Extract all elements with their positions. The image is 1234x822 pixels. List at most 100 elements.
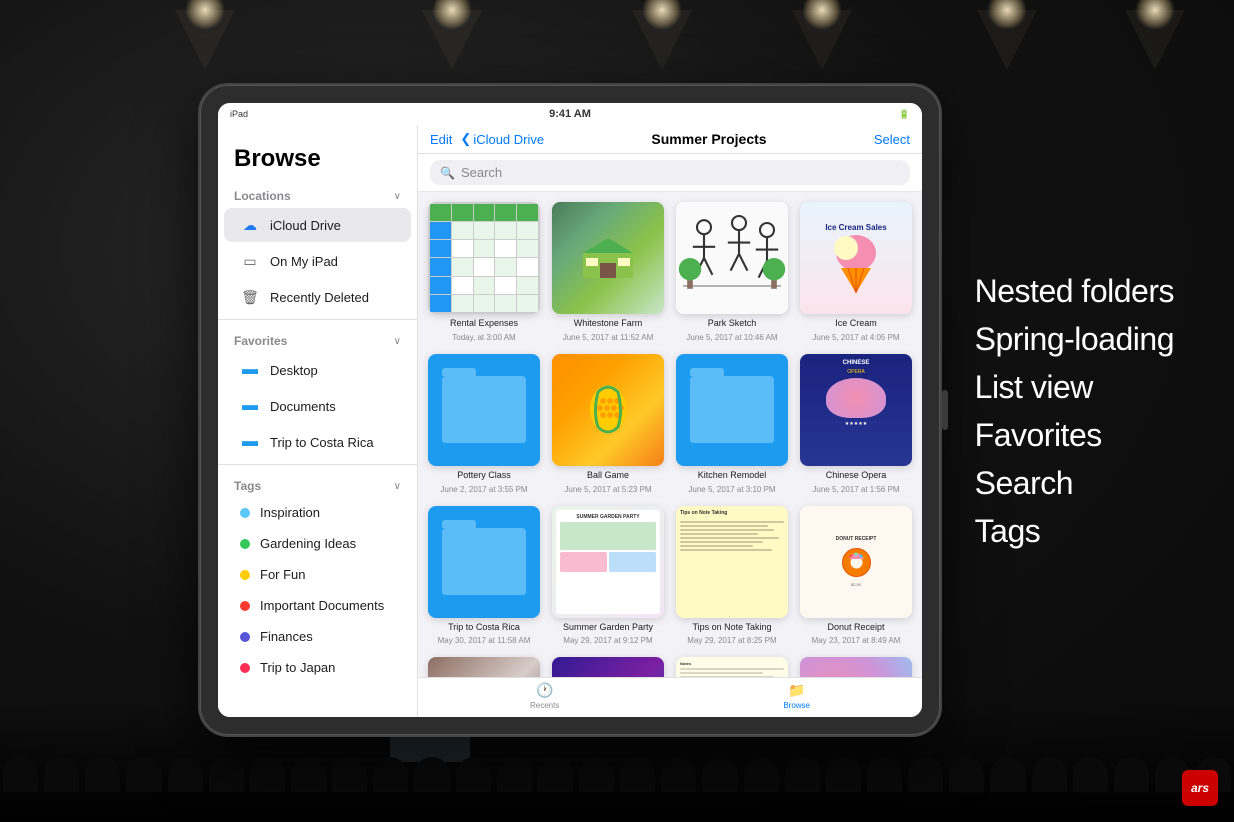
icecream-svg: Ice Cream Sales <box>821 218 891 298</box>
tab-recents[interactable]: 🕐 Recents <box>510 680 579 712</box>
file-item-rental-expenses[interactable]: Rental Expenses Today, at 3:00 AM <box>428 202 540 342</box>
tags-section-header: Tags ∨ <box>218 469 417 497</box>
file-name: Trip to Costa Rica <box>448 622 520 633</box>
corn-thumbnail <box>552 354 664 466</box>
important-dot <box>240 601 250 611</box>
file-name: Pottery Class <box>457 470 511 481</box>
search-input-container[interactable]: 🔍 Search <box>430 160 910 185</box>
file-item-photo-2[interactable] <box>552 657 664 677</box>
nav-back-button[interactable]: ❮ iCloud Drive <box>460 131 544 147</box>
tags-label: Tags <box>234 479 261 493</box>
ipad-icon: ▭ <box>240 251 260 271</box>
spreadsheet-thumbnail <box>428 202 540 314</box>
sidebar-item-trip-costa-rica[interactable]: ▬ Trip to Costa Rica <box>224 425 411 459</box>
file-name: Ice Cream <box>835 318 877 329</box>
file-item-ice-cream[interactable]: Ice Cream Sales <box>800 202 912 342</box>
sidebar-item-finances[interactable]: Finances <box>224 622 411 651</box>
file-date: May 23, 2017 at 8:49 AM <box>812 636 901 645</box>
file-item-trip-costa-rica-folder[interactable]: Trip to Costa Rica May 30, 2017 at 11:58… <box>428 506 540 646</box>
search-placeholder: Search <box>461 165 502 180</box>
favorites-label: Favorites <box>234 334 287 348</box>
ipad-screen: iPad 9:41 AM 🔋 Browse Locations ∨ <box>218 103 922 717</box>
file-date: May 29, 2017 at 8:25 PM <box>687 636 776 645</box>
file-item-donut-receipt[interactable]: DONUT RECEIPT <box>800 506 912 646</box>
album-thumbnail <box>552 657 664 677</box>
on-my-ipad-label: On My iPad <box>270 254 338 269</box>
ars-logo: ars <box>1182 770 1218 806</box>
svg-text:Ice Cream Sales: Ice Cream Sales <box>825 223 887 232</box>
file-item-ball-game[interactable]: Ball Game June 5, 2017 at 5:23 PM <box>552 354 664 494</box>
for-fun-dot <box>240 570 250 580</box>
desktop-label: Desktop <box>270 363 318 378</box>
file-name: Summer Garden Party <box>563 622 653 633</box>
divider-1 <box>218 319 417 320</box>
farm-thumbnail <box>552 202 664 314</box>
sidebar-item-gardening-ideas[interactable]: Gardening Ideas <box>224 529 411 558</box>
sidebar-item-recently-deleted[interactable]: 🗑 Recently Deleted <box>224 280 411 314</box>
sidebar-item-desktop[interactable]: ▬ Desktop <box>224 353 411 387</box>
file-item-photo-4[interactable] <box>800 657 912 677</box>
file-date: June 5, 2017 at 4:05 PM <box>812 333 899 342</box>
food-thumbnail <box>428 657 540 677</box>
browse-icon: 📁 <box>788 682 805 699</box>
favorites-section-header: Favorites ∨ <box>218 324 417 352</box>
file-date: June 5, 2017 at 3:10 PM <box>688 485 775 494</box>
sidebar-item-inspiration[interactable]: Inspiration <box>224 498 411 527</box>
sidebar-item-on-my-ipad[interactable]: ▭ On My iPad <box>224 244 411 278</box>
file-item-tips-note-taking[interactable]: Tips on Note Taking <box>676 506 788 646</box>
sidebar-item-important-documents[interactable]: Important Documents <box>224 591 411 620</box>
donut-icon <box>839 545 874 580</box>
ipad-device: iPad 9:41 AM 🔋 Browse Locations ∨ <box>200 85 940 735</box>
corn-svg <box>583 377 633 442</box>
folder-thumbnail-3 <box>428 506 540 618</box>
file-grid: Rental Expenses Today, at 3:00 AM <box>418 192 922 677</box>
feature-list-view: List view <box>975 363 1174 411</box>
file-item-pottery-class[interactable]: Pottery Class June 2, 2017 at 3:55 PM <box>428 354 540 494</box>
sidebar-item-documents[interactable]: ▬ Documents <box>224 389 411 423</box>
nav-back-label: iCloud Drive <box>473 132 544 147</box>
folder-thumbnail-2 <box>676 354 788 466</box>
donut-thumbnail: DONUT RECEIPT <box>800 506 912 618</box>
feature-favorites: Favorites <box>975 411 1174 459</box>
file-item-chinese-opera[interactable]: CHINESE OPERA ★★★★★ Chinese Opera June 5… <box>800 354 912 494</box>
gardening-dot <box>240 539 250 549</box>
sidebar-item-icloud-drive[interactable]: ☁ iCloud Drive <box>224 208 411 242</box>
tags-chevron-icon: ∨ <box>394 481 401 492</box>
file-item-whitestone-farm[interactable]: Whitestone Farm June 5, 2017 at 11:52 AM <box>552 202 664 342</box>
documents-folder-icon: ▬ <box>240 396 260 416</box>
file-name: Rental Expenses <box>450 318 518 329</box>
trip-folder-icon: ▬ <box>240 432 260 452</box>
tips-thumbnail: Tips on Note Taking <box>676 506 788 618</box>
notes-thumbnail-2: Notes <box>676 657 788 677</box>
locations-section-header: Locations ∨ <box>218 179 417 207</box>
sidebar-item-for-fun[interactable]: For Fun <box>224 560 411 589</box>
file-name: Whitestone Farm <box>574 318 643 329</box>
app-content: Browse Locations ∨ ☁ iCloud Drive ▭ On M… <box>218 125 922 717</box>
sidebar-title: Browse <box>234 145 401 173</box>
important-documents-label: Important Documents <box>260 598 384 613</box>
feature-tags: Tags <box>975 507 1174 555</box>
tab-browse[interactable]: 📁 Browse <box>763 680 830 712</box>
farm-icon <box>578 233 638 283</box>
sidebar: Browse Locations ∨ ☁ iCloud Drive ▭ On M… <box>218 125 418 717</box>
inspiration-label: Inspiration <box>260 505 320 520</box>
file-item-photo-1[interactable] <box>428 657 540 677</box>
file-date: June 5, 2017 at 10:46 AM <box>686 333 777 342</box>
file-item-kitchen-remodel[interactable]: Kitchen Remodel June 5, 2017 at 3:10 PM <box>676 354 788 494</box>
file-name: Ball Game <box>587 470 629 481</box>
ars-label: ars <box>1191 781 1209 795</box>
feature-spring-loading: Spring-loading <box>975 315 1174 363</box>
file-item-park-sketch[interactable]: Park Sketch June 5, 2017 at 10:46 AM <box>676 202 788 342</box>
sidebar-item-trip-japan[interactable]: Trip to Japan <box>224 653 411 682</box>
divider-2 <box>218 464 417 465</box>
file-item-summer-garden-party[interactable]: SUMMER GARDEN PARTY Summer <box>552 506 664 646</box>
file-date: June 5, 2017 at 1:56 PM <box>812 485 899 494</box>
nav-edit-button[interactable]: Edit <box>430 132 452 147</box>
locations-chevron-icon: ∨ <box>394 191 401 202</box>
desktop-folder-icon: ▬ <box>240 360 260 380</box>
file-item-photo-3[interactable]: Notes <box>676 657 788 677</box>
icloud-drive-label: iCloud Drive <box>270 218 341 233</box>
trip-costa-rica-label: Trip to Costa Rica <box>270 435 374 450</box>
ipad-label: iPad <box>230 109 248 119</box>
nav-select-button[interactable]: Select <box>874 132 910 147</box>
